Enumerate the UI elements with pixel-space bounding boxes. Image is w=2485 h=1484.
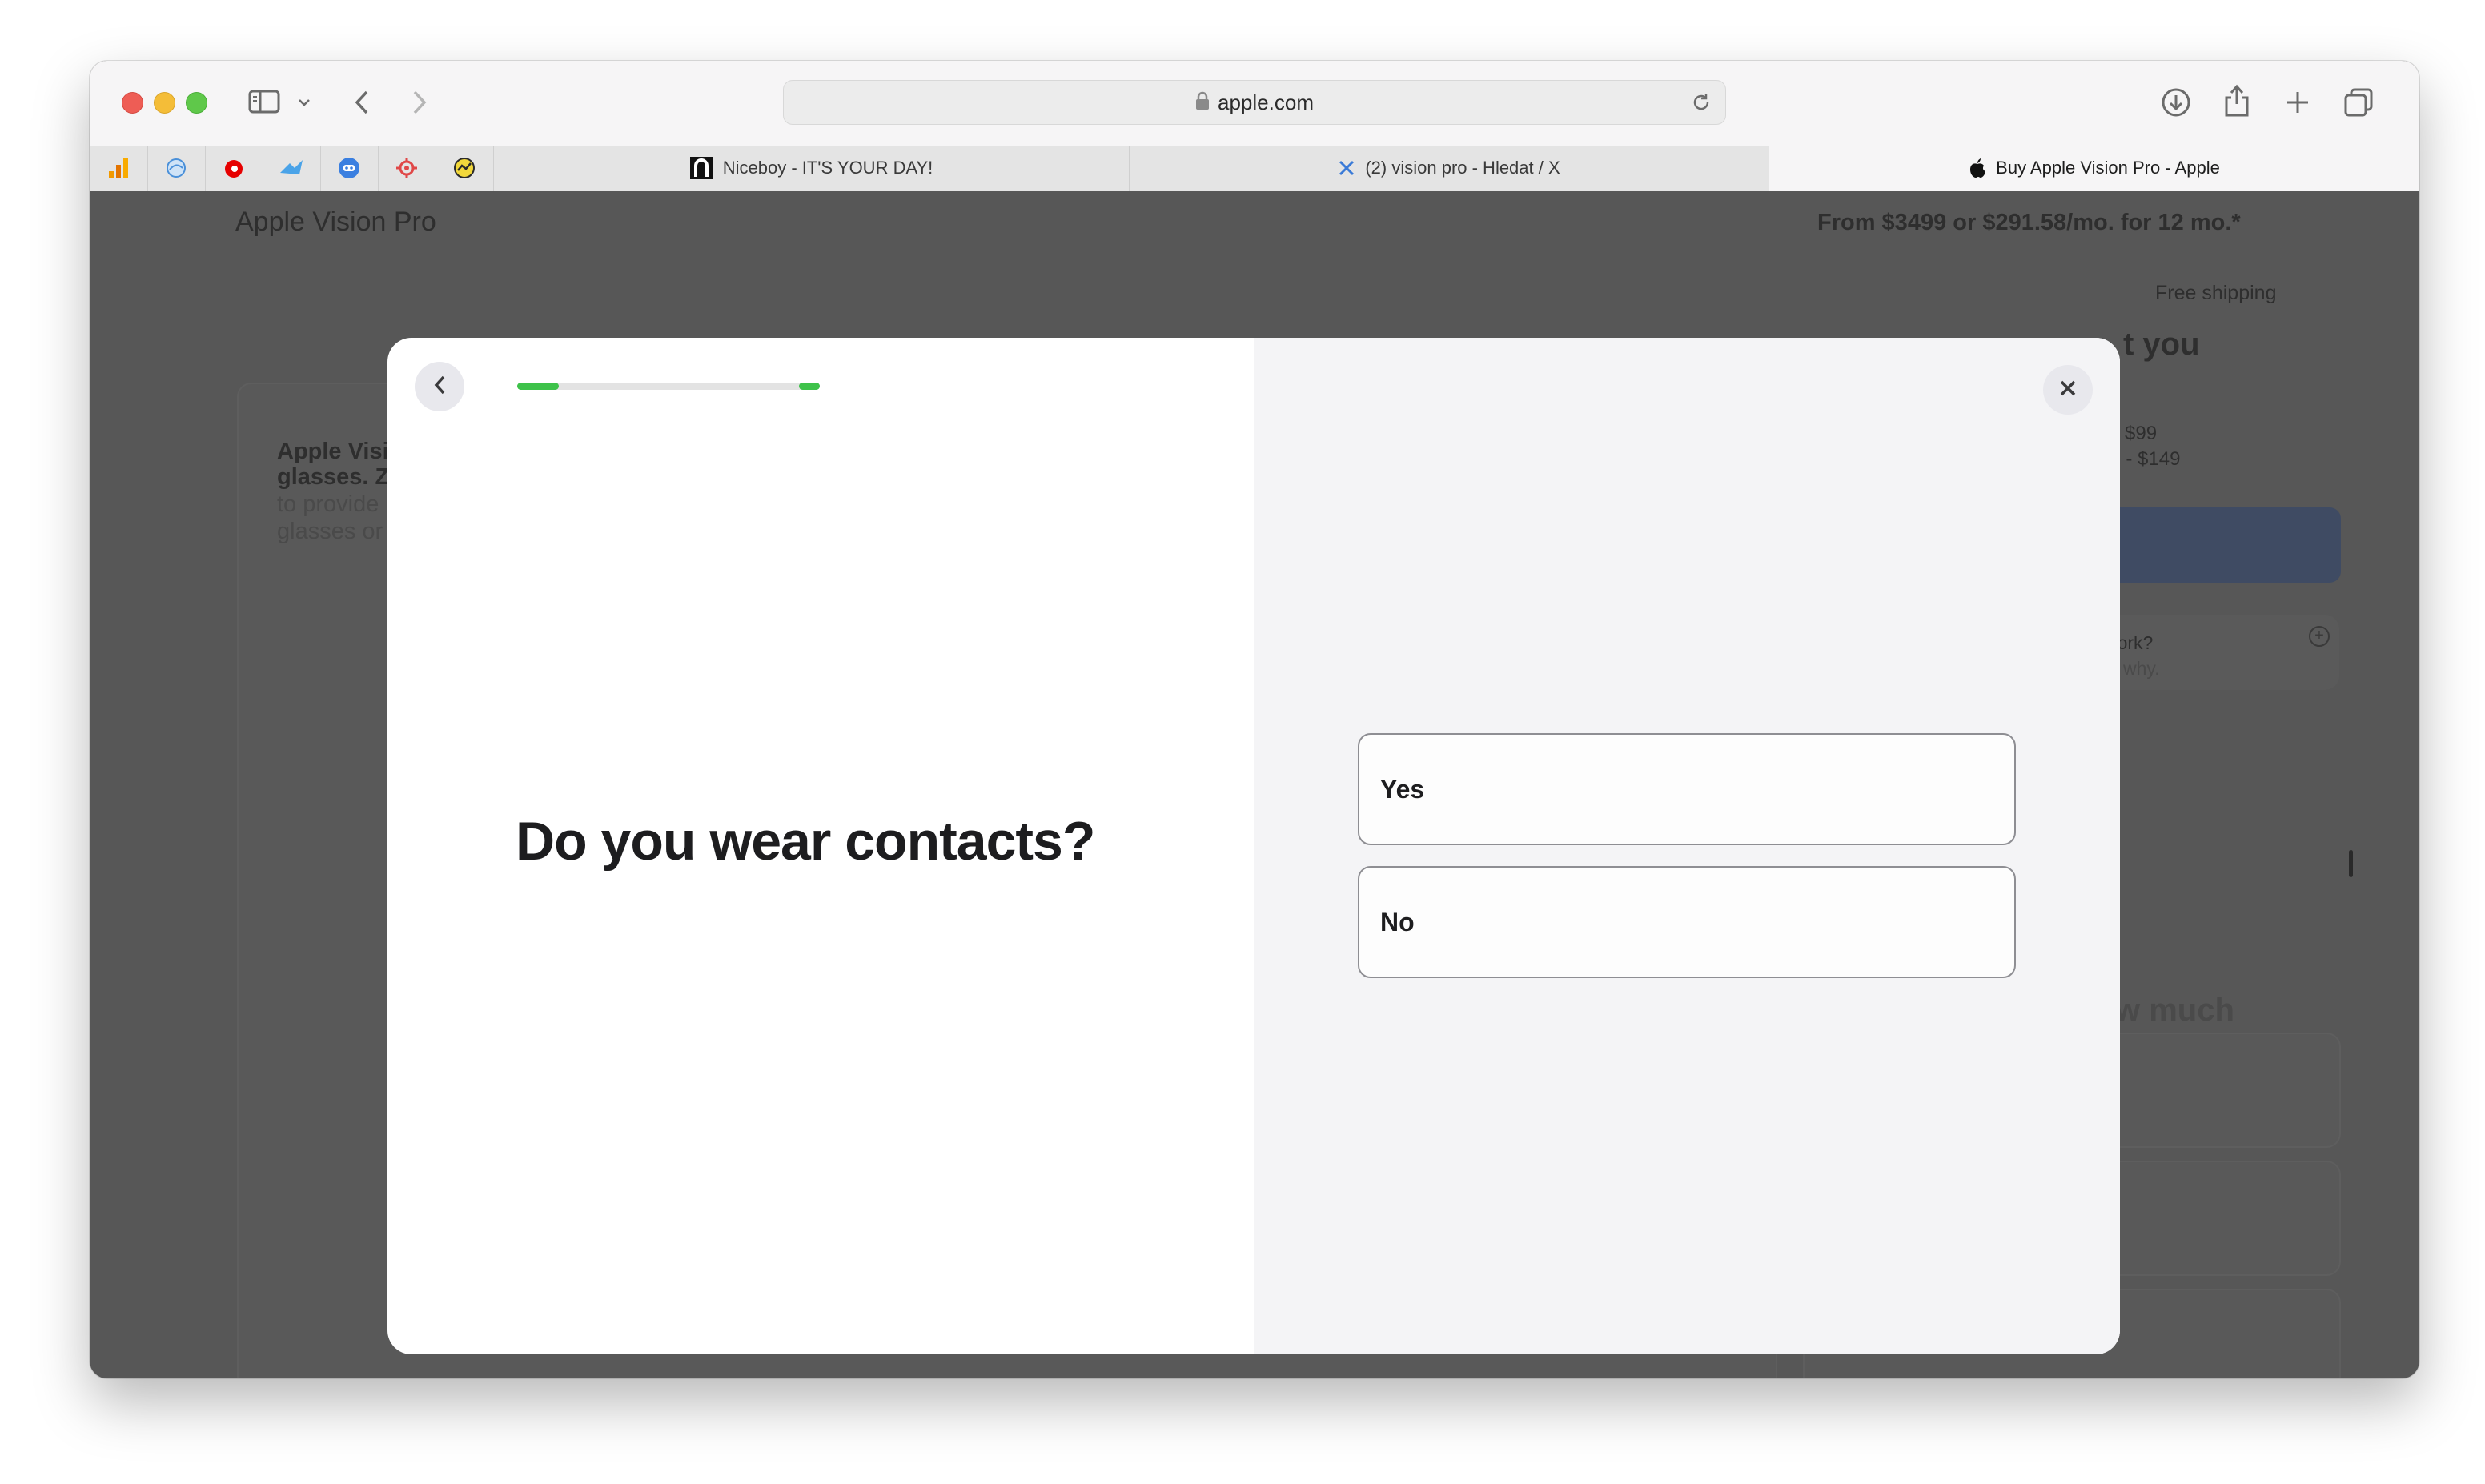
product-title: Apple Vision Pro xyxy=(235,207,436,237)
question-heading: Do you wear contacts? xyxy=(516,811,1095,872)
progress-fill xyxy=(517,383,559,390)
reload-icon[interactable] xyxy=(1690,91,1712,118)
pinned-tab-gear[interactable] xyxy=(378,146,436,191)
address-bar[interactable]: apple.com xyxy=(783,80,1726,125)
vodafone-icon xyxy=(225,160,243,178)
section-heading-fragment: t you xyxy=(2123,327,2200,362)
pinned-tab-vodafone[interactable] xyxy=(205,146,263,191)
answer-label: Yes xyxy=(1380,774,1425,804)
option-price-1: $99 xyxy=(2125,423,2158,444)
tab-bar: Niceboy - IT'S YOUR DAY! (2) vision pro … xyxy=(90,146,2419,191)
sidebar-toggle-icon[interactable] xyxy=(247,88,282,115)
quiz-modal: Do you wear contacts? Yes No xyxy=(387,338,2120,1354)
pinned-tab-analytics[interactable] xyxy=(90,146,148,191)
pinned-tab-robot[interactable] xyxy=(320,146,379,191)
pinned-tab-globe[interactable] xyxy=(147,146,206,191)
minimize-window-button[interactable] xyxy=(154,92,175,114)
info-line-3: to provide xyxy=(277,491,379,517)
browser-toolbar: apple.com xyxy=(90,61,2419,146)
chevron-down-icon[interactable] xyxy=(295,93,314,112)
apple-icon xyxy=(1969,158,1986,178)
chart-icon xyxy=(454,158,475,178)
tab-x-search[interactable]: (2) vision pro - Hledat / X xyxy=(1129,146,1770,191)
pinned-tab-chart[interactable] xyxy=(436,146,494,191)
modal-answer-panel xyxy=(1254,338,2120,1354)
info-line-2: glasses. Z xyxy=(277,464,390,490)
answer-no-button[interactable]: No xyxy=(1358,866,2016,978)
tab-apple-vision-pro[interactable]: Buy Apple Vision Pro - Apple xyxy=(1769,146,2419,191)
bird-icon xyxy=(280,160,303,174)
globe-icon xyxy=(167,158,186,178)
tab-label: Buy Apple Vision Pro - Apple xyxy=(1996,158,2220,178)
share-icon[interactable] xyxy=(2219,82,2254,120)
back-arrow-icon[interactable] xyxy=(346,86,378,118)
pinned-tab-bird[interactable] xyxy=(263,146,321,191)
price-header: From $3499 or $291.58/mo. for 12 mo.* xyxy=(1817,210,2241,235)
storage-heading-fragment: w much xyxy=(2115,993,2234,1028)
zoom-window-button[interactable] xyxy=(186,92,207,114)
url-text: apple.com xyxy=(1218,90,1314,114)
close-modal-button[interactable] xyxy=(2043,365,2093,415)
tab-label: Niceboy - IT'S YOUR DAY! xyxy=(722,158,933,178)
niceboy-icon xyxy=(689,156,713,180)
new-tab-icon[interactable] xyxy=(2280,85,2315,120)
add-to-bag-button[interactable] xyxy=(2091,507,2341,583)
page-content: Apple Vision Pro From $3499 or $291.58/m… xyxy=(90,191,2419,1378)
close-icon xyxy=(2058,379,2078,402)
analytics-icon xyxy=(109,158,128,178)
robot-icon xyxy=(339,158,359,178)
forward-arrow-icon[interactable] xyxy=(403,86,436,118)
answer-yes-button[interactable]: Yes xyxy=(1358,733,2016,845)
download-icon[interactable] xyxy=(2158,85,2194,120)
tab-overview-icon[interactable] xyxy=(2341,85,2376,120)
info-line-1: Apple Visi xyxy=(277,439,389,464)
expand-plus-icon[interactable]: + xyxy=(2309,626,2330,647)
tab-niceboy[interactable]: Niceboy - IT'S YOUR DAY! xyxy=(493,146,1130,191)
gear-icon xyxy=(396,158,417,178)
info-line-4: glasses or xyxy=(277,519,383,544)
browser-window: apple.com Niceboy - IT'S YOUR DAY! (2) v… xyxy=(90,61,2419,1378)
chevron-left-icon xyxy=(432,374,447,400)
lock-icon xyxy=(1195,91,1210,114)
progress-end-marker xyxy=(799,383,820,390)
free-shipping: Free shipping xyxy=(2155,282,2277,304)
tab-label: (2) vision pro - Hledat / X xyxy=(1365,158,1560,178)
x-icon xyxy=(1338,159,1355,177)
scroll-indicator xyxy=(2349,850,2353,877)
close-window-button[interactable] xyxy=(122,92,143,114)
progress-bar xyxy=(517,383,820,390)
back-button[interactable] xyxy=(415,362,464,411)
answer-label: No xyxy=(1380,907,1415,937)
